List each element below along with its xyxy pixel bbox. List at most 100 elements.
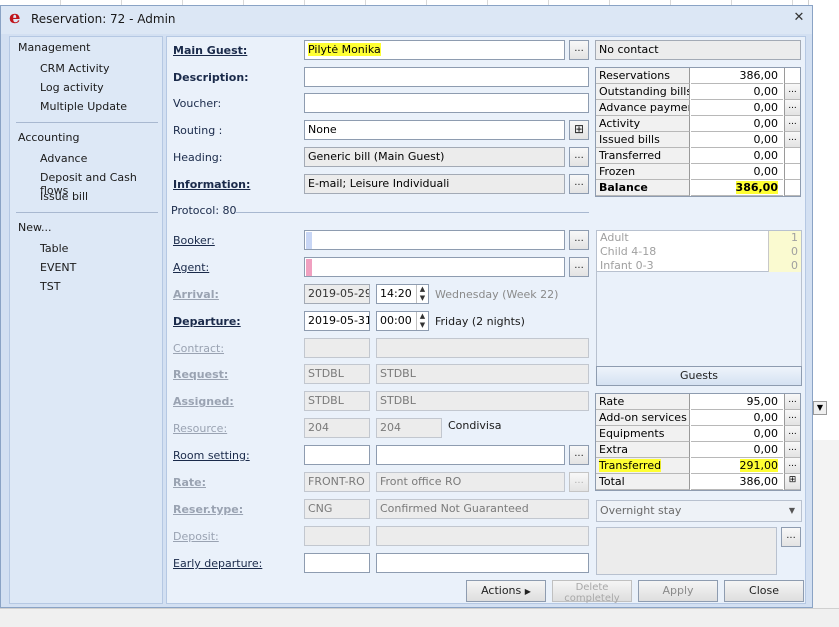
table-row: Adult 1 [597,231,803,245]
resource-code-field: 204 [304,418,370,438]
booker-color-marker [306,232,312,249]
addon-services-button[interactable]: ... [784,410,800,426]
room-setting-lookup-button[interactable]: ... [569,445,589,465]
room-setting-name-input[interactable] [376,445,565,465]
protocol-label: Protocol: 80 [171,204,237,217]
sidebar-item-log-activity[interactable]: Log activity [40,81,104,94]
description-input[interactable] [304,67,589,87]
transferred-button[interactable]: ... [784,458,800,474]
protocol-divider [235,212,589,213]
departure-info: Friday (2 nights) [435,315,525,328]
early-departure-note-input[interactable] [376,553,589,573]
reser-type-code-field: CNG [304,499,370,519]
assigned-name-field: STDBL [376,391,589,411]
routing-field[interactable]: None [304,120,565,140]
main-guest-label[interactable]: Main Guest: [173,44,247,57]
status-bar [0,608,839,627]
arrival-date-field: 2019-05-29 [304,284,370,304]
voucher-input[interactable] [304,93,589,113]
total-tree-icon[interactable]: ⊞ [784,474,800,490]
close-button[interactable]: Close [724,580,804,602]
sidebar-item-issue-bill[interactable]: Issue bill [40,190,88,203]
guests-button[interactable]: Guests [596,366,802,386]
booker-lookup-button[interactable]: ... [569,230,589,250]
request-label: Request: [173,368,229,381]
early-departure-date-input[interactable] [304,553,370,573]
occupancy-table: Adult 1 Child 4-18 0 Infant 0-3 0 [596,230,803,273]
sidebar-divider [16,122,158,123]
departure-time-field[interactable]: 00:00 ▲ ▼ [376,311,429,331]
rate-lookup-button: ... [569,472,589,492]
transferred-label: Transferred [599,459,662,472]
arrival-time-spinner[interactable]: ▲ ▼ [416,285,428,303]
activity-button[interactable]: ... [784,116,800,132]
deposit-code-field [304,526,370,546]
sidebar-item-table[interactable]: Table [40,242,68,255]
main-guest-lookup-button[interactable]: ... [569,40,589,60]
stay-type-select[interactable]: Overnight stay ▼ [596,500,802,522]
sidebar-section-accounting: Accounting [18,131,80,144]
rate-detail-button[interactable]: ... [784,394,800,410]
reservation-window: e Reservation: 72 - Admin ✕ Management C… [0,5,813,608]
agent-label[interactable]: Agent: [173,261,209,274]
heading-lookup-button[interactable]: ... [569,147,589,167]
sidebar-divider [16,212,158,213]
departure-label[interactable]: Departure: [173,315,241,328]
agent-lookup-button[interactable]: ... [569,257,589,277]
room-setting-label[interactable]: Room setting: [173,449,250,462]
routing-tree-icon[interactable]: ⊞ [569,120,589,140]
title-bar: e Reservation: 72 - Admin ✕ [1,6,812,34]
advance-payments-button[interactable]: ... [784,100,800,116]
rate-summary-table: Rate 95,00... Add-on services 0,00... Equi… [595,393,801,491]
sidebar: Management CRM Activity Log activity Mul… [9,36,163,604]
rate-code-field: FRONT-RO [304,472,370,492]
rate-name-field: Front office RO [376,472,565,492]
arrival-time-field[interactable]: 14:20 ▲ ▼ [376,284,429,304]
account-summary-table: Reservations 386,00 Outstanding bills 0,00… [595,67,801,197]
extra-button[interactable]: ... [784,442,800,458]
main-guest-field[interactable]: Pilytė Monika [304,40,565,60]
information-label[interactable]: Information: [173,178,250,191]
sidebar-item-tst[interactable]: TST [40,280,60,293]
sidebar-section-new: New... [18,221,52,234]
information-lookup-button[interactable]: ... [569,174,589,194]
contract-code-field [304,338,370,358]
chevron-right-icon: ▶ [524,587,531,596]
actions-button[interactable]: Actions ▶ [466,580,546,602]
departure-date-field[interactable]: 2019-05-31 [304,311,370,331]
notes-lookup-button[interactable]: ... [781,527,801,547]
booker-input[interactable] [304,230,565,250]
arrival-label: Arrival: [173,288,219,301]
issued-bills-button[interactable]: ... [784,132,800,148]
resource-name-field: 204 [376,418,442,438]
sidebar-item-multiple-update[interactable]: Multiple Update [40,100,127,113]
resource-label: Resource: [173,422,228,435]
assigned-code-field: STDBL [304,391,370,411]
departure-time-spinner[interactable]: ▲ ▼ [416,312,428,330]
notes-memo [596,527,777,575]
description-label: Description: [173,71,249,84]
background-dropdown-icon[interactable]: ▼ [813,401,827,415]
balance-value: 386,00 [735,181,778,194]
equipments-button[interactable]: ... [784,426,800,442]
booker-label[interactable]: Booker: [173,234,215,247]
routing-label: Routing : [173,124,223,137]
early-departure-label[interactable]: Early departure: [173,557,262,570]
apply-button[interactable]: Apply [638,580,718,602]
reser-type-name-field: Confirmed Not Guaranteed [376,499,589,519]
chevron-down-icon: ▼ [788,506,795,515]
contract-label: Contract: [173,342,225,355]
sidebar-item-crm-activity[interactable]: CRM Activity [40,62,109,75]
table-row: Child 4-18 0 [597,245,803,259]
room-setting-code-input[interactable] [304,445,370,465]
delete-completely-button: Delete completely [552,580,632,604]
voucher-label: Voucher: [173,97,222,110]
outstanding-bills-button[interactable]: ... [784,84,800,100]
heading-label: Heading: [173,151,223,164]
sidebar-item-event[interactable]: EVENT [40,261,76,274]
sidebar-item-advance[interactable]: Advance [40,152,87,165]
agent-input[interactable] [304,257,565,277]
reservation-form: Main Guest: Pilytė Monika ... No contact… [166,36,806,604]
close-window-icon[interactable]: ✕ [790,10,808,26]
contract-name-field [376,338,589,358]
